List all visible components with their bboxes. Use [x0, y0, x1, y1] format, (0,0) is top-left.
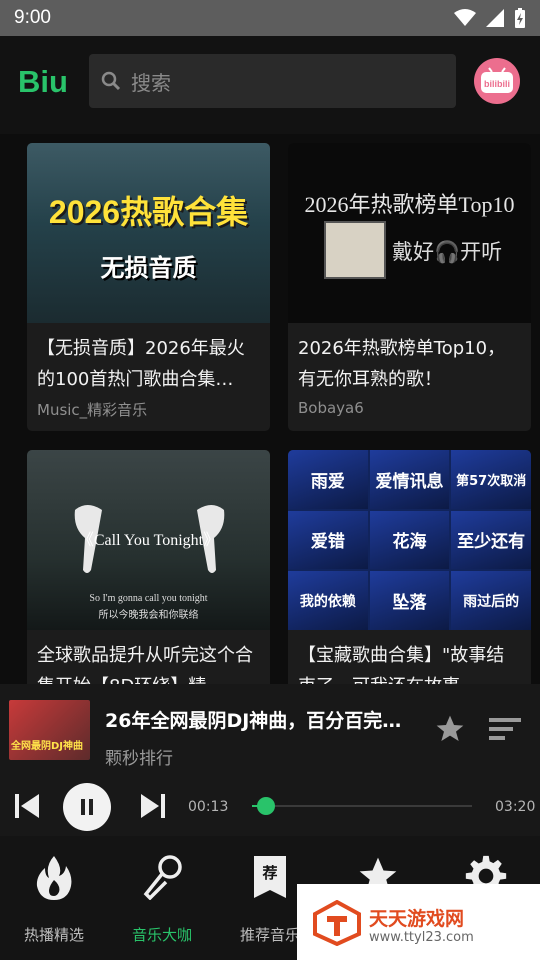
- progress-slider[interactable]: [252, 797, 472, 815]
- video-author: Bobaya6: [298, 399, 364, 417]
- thumbnail-subline: 无损音质: [100, 254, 197, 282]
- search-placeholder: 搜索: [131, 70, 171, 95]
- search-input[interactable]: 搜索: [89, 54, 456, 108]
- thumbnail-cell: 雨爱: [288, 450, 368, 509]
- favorite-star-icon[interactable]: [433, 713, 467, 745]
- bilibili-logo-icon: bilibili: [481, 67, 513, 93]
- pause-button[interactable]: [63, 783, 111, 831]
- nav-label: 热播精选: [23, 926, 84, 944]
- fire-icon: [36, 856, 72, 900]
- now-playing-artist: 颗秒排行: [105, 749, 173, 769]
- search-icon: [101, 71, 121, 91]
- bilibili-avatar-button[interactable]: bilibili: [474, 58, 520, 104]
- video-title: 全球歌品提升从听完这个合集开始【8D环绕】精…: [37, 645, 253, 684]
- current-time: 00:13: [188, 799, 229, 815]
- pause-icon: [81, 799, 93, 815]
- battery-icon: [515, 8, 525, 28]
- recommend-badge-icon: 荐: [254, 856, 286, 898]
- thumbnail-cell: 爱错: [288, 510, 368, 570]
- signal-icon: [486, 9, 504, 27]
- mini-player: 全网最阴DJ神曲 26年全网最阴DJ神曲，百分百完… 颗秒排行 00:13 03…: [0, 684, 540, 836]
- watermark-logo: [313, 900, 361, 946]
- bilibili-badge-text: bilibili: [484, 79, 510, 89]
- thumbnail-lyric-cn: 所以今晚我会和你联络: [98, 610, 199, 621]
- video-title: 【宝藏歌曲合集】"故事结束了，可我还在故事…: [298, 645, 505, 684]
- video-thumbnail: 2026年热歌榜单Top10 戴好🎧开听: [288, 143, 531, 323]
- video-thumbnail: 雨爱 爱情讯息 第57次取消 爱错 花海 至少还有 我的依赖 坠落 雨过后的: [288, 450, 531, 630]
- status-icons: [454, 8, 526, 28]
- video-author: Music_精彩音乐: [37, 401, 148, 419]
- video-title: 2026年热歌榜单Top10，有无你耳熟的歌！: [298, 338, 506, 390]
- status-bar: 9:00: [0, 0, 540, 36]
- nav-label: 音乐大咖: [131, 926, 192, 944]
- svg-text:荐: 荐: [261, 864, 277, 882]
- thumbnail-cell: 第57次取消: [451, 450, 531, 509]
- video-card[interactable]: 2026年热歌榜单Top10 戴好🎧开听 2026年热歌榜单Top10，有无你耳…: [288, 143, 531, 431]
- thumbnail-cell: 我的依赖: [288, 571, 368, 630]
- nav-item-artists[interactable]: 音乐大咖: [108, 836, 216, 960]
- status-time: 9:00: [14, 7, 51, 28]
- video-card[interactable]: 《Call You Tonight》 So I'm gonna call you…: [27, 450, 270, 684]
- video-thumbnail: 2026热歌合集 无损音质: [27, 143, 270, 323]
- thumbnail-cell: 雨过后的: [451, 571, 531, 630]
- thumbnail-cell: 花海: [369, 510, 450, 570]
- wifi-icon: [454, 9, 476, 26]
- now-playing-title[interactable]: 26年全网最阴DJ神曲，百分百完…: [105, 706, 401, 733]
- album-cover[interactable]: 全网最阴DJ神曲: [9, 700, 90, 760]
- app-logo: Biu: [18, 64, 68, 99]
- thumbnail-song-title: 《Call You Tonight》: [77, 532, 220, 549]
- watermark: 天天游戏网 www.ttyl23.com: [297, 884, 540, 960]
- watermark-url: www.ttyl23.com: [369, 930, 474, 945]
- next-icon[interactable]: [140, 793, 166, 819]
- watermark-title: 天天游戏网: [369, 908, 465, 930]
- headphone-dog-image: [324, 221, 386, 279]
- thumbnail-headline: 2026年热歌榜单Top10: [304, 192, 515, 217]
- thumbnail-cell: 至少还有: [451, 510, 531, 570]
- thumbnail-headline: 2026热歌合集: [48, 194, 249, 230]
- previous-icon[interactable]: [14, 793, 40, 819]
- nav-item-hot[interactable]: 热播精选: [0, 836, 108, 960]
- cover-caption: 全网最阴DJ神曲: [11, 741, 84, 752]
- progress-thumb[interactable]: [257, 797, 276, 815]
- video-card[interactable]: 2026热歌合集 无损音质 【无损音质】2026年最火的100首热门歌曲合集… …: [27, 143, 270, 431]
- thumbnail-tagline: 戴好🎧开听: [392, 240, 503, 264]
- video-title: 【无损音质】2026年最火的100首热门歌曲合集…: [37, 338, 245, 390]
- video-feed: 2026热歌合集 无损音质 【无损音质】2026年最火的100首热门歌曲合集… …: [0, 134, 540, 684]
- thumbnail-cell: 爱情讯息: [369, 450, 450, 509]
- thumbnail-cell: 坠落: [369, 571, 450, 630]
- thumbnail-lyric-en: So I'm gonna call you tonight: [89, 593, 208, 604]
- video-card[interactable]: 雨爱 爱情讯息 第57次取消 爱错 花海 至少还有 我的依赖 坠落 雨过后的 【…: [288, 450, 531, 684]
- playlist-icon[interactable]: [489, 717, 521, 741]
- video-thumbnail: 《Call You Tonight》 So I'm gonna call you…: [27, 450, 270, 630]
- app-header: Biu 搜索 bilibili: [0, 36, 540, 134]
- microphone-icon: [143, 855, 182, 900]
- total-time: 03:20: [495, 799, 536, 815]
